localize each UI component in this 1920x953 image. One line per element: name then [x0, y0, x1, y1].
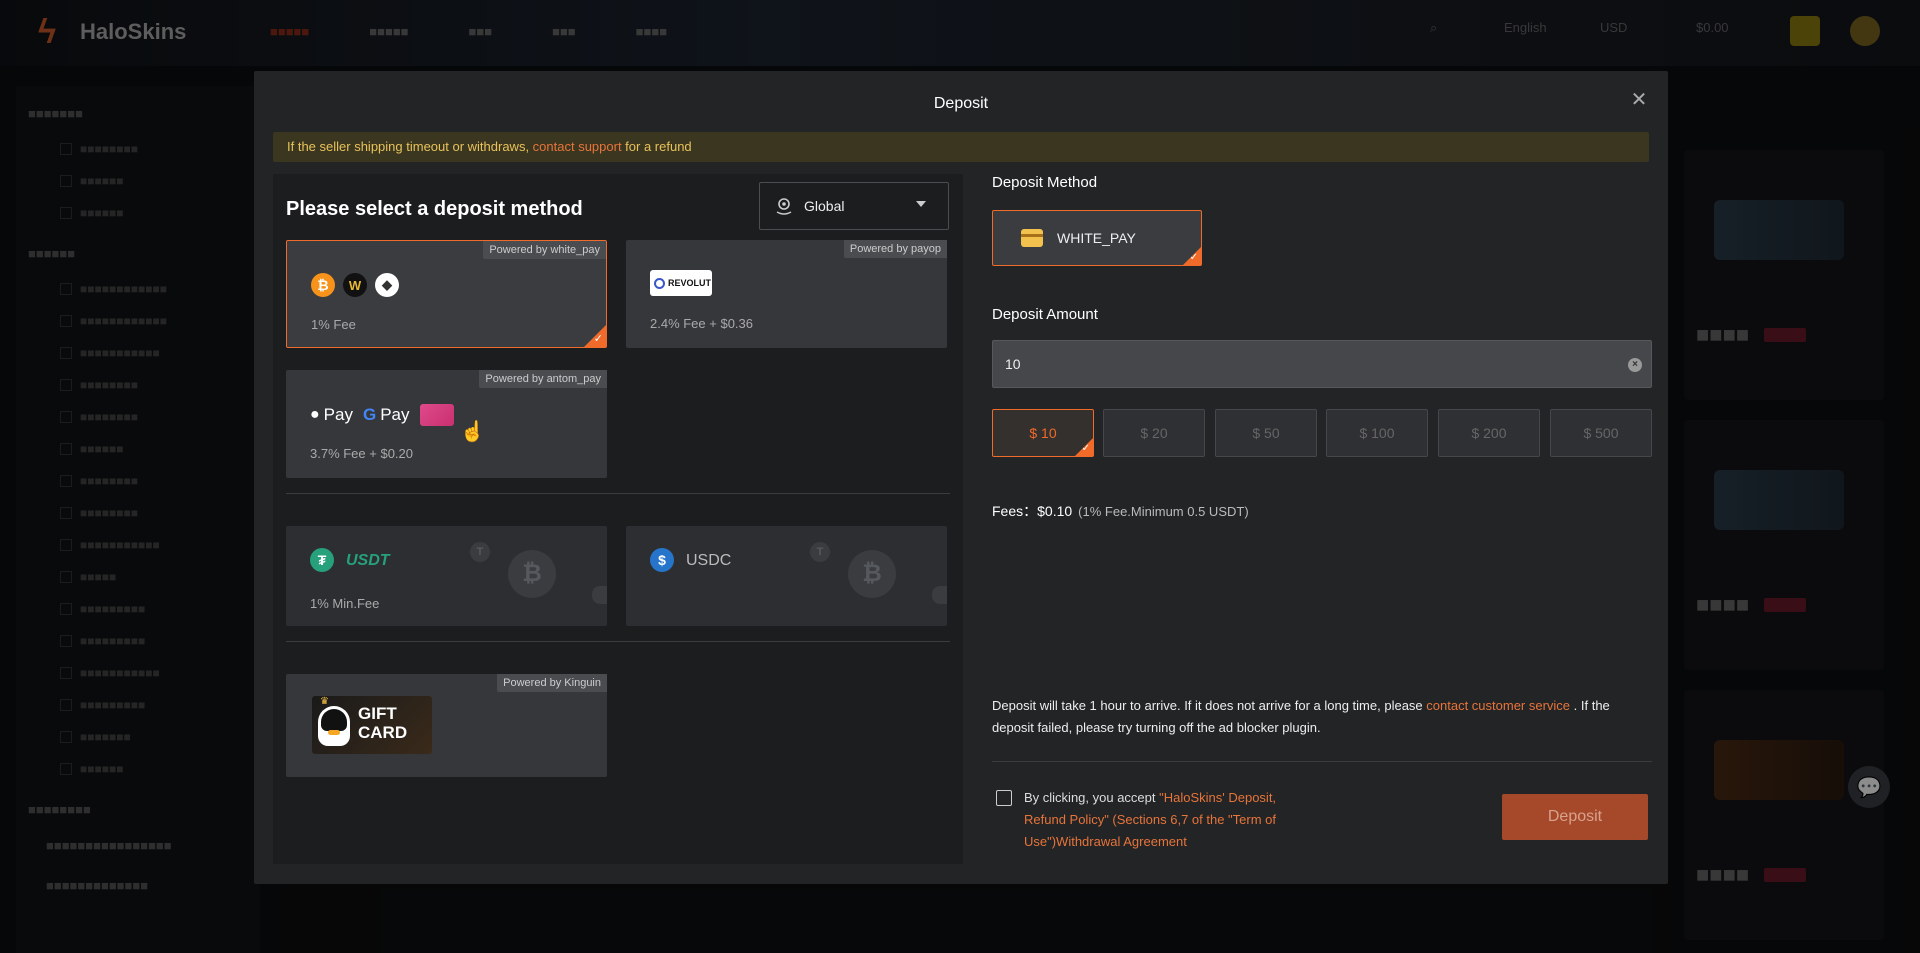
modal-title: Deposit [933, 95, 989, 112]
ethereum-icon: ◆ [375, 273, 399, 297]
method-card-revolut[interactable]: Powered by payop REVOLUT 2.4% Fee + $0.3… [626, 240, 947, 348]
method-fee: 2.4% Fee + $0.36 [650, 316, 753, 331]
google-pay-label: Pay [380, 405, 410, 424]
deposit-method-panel: Please select a deposit method Global Po… [273, 174, 963, 864]
fees-note: (1% Fee.Minimum 0.5 USDT) [1078, 504, 1249, 519]
selected-method[interactable]: WHITE_PAY ✓ [992, 210, 1202, 266]
method-card-usdc[interactable]: $ USDC T ₿ [626, 526, 947, 626]
amount-input[interactable] [992, 340, 1652, 388]
giftcard-label: GIFT CARD [358, 704, 407, 742]
region-value: Global [804, 198, 845, 214]
chevron-down-icon [916, 201, 926, 207]
method-fee: 1% Min.Fee [310, 596, 380, 611]
usdt-label: USDT [346, 552, 390, 569]
method-card-giftcard[interactable]: Powered by Kinguin ♛ GIFT CARD [286, 674, 607, 777]
location-icon [776, 198, 792, 215]
close-icon[interactable]: ✕ [1628, 89, 1650, 111]
coin-icon [592, 586, 607, 604]
info-text: Deposit will take 1 hour to arrive. If i… [992, 698, 1427, 713]
panel-heading: Please select a deposit method [286, 198, 583, 220]
notice-text: If the seller shipping timeout or withdr… [287, 139, 533, 154]
revolut-label: REVOLUT [668, 278, 712, 288]
wpay-icon: W [343, 273, 367, 297]
fees-label: Fees： [992, 503, 1038, 519]
selected-method-value: WHITE_PAY [1057, 230, 1136, 246]
check-icon: ✓ [1189, 252, 1198, 263]
revolut-logo: REVOLUT [650, 270, 712, 296]
deposit-form: Deposit Method WHITE_PAY ✓ Deposit Amoun… [982, 174, 1652, 864]
revolut-icon [654, 277, 665, 289]
powered-by: Powered by payop [843, 240, 947, 258]
hand-cursor-icon: ☝ [460, 419, 485, 443]
region-select[interactable]: Global [759, 182, 949, 230]
preset-label: $ 100 [1359, 425, 1395, 441]
deposit-button[interactable]: Deposit [1502, 794, 1648, 840]
credit-card-icon [419, 404, 454, 426]
deposit-method-label: Deposit Method [992, 174, 1098, 191]
deposit-info: Deposit will take 1 hour to arrive. If i… [992, 695, 1642, 739]
fees-line: Fees：$0.10 (1% Fee.Minimum 0.5 USDT) [992, 501, 1249, 521]
apple-pay-label: Pay [323, 405, 353, 424]
bitcoin-icon: ₿ [508, 550, 556, 598]
giftcard-logo: ♛ GIFT CARD [312, 696, 432, 754]
refund-notice: If the seller shipping timeout or withdr… [273, 132, 1649, 162]
method-card-usdt[interactable]: ₮ USDT T ₿ 1% Min.Fee [286, 526, 607, 626]
method-fee: 1% Fee [311, 317, 356, 332]
card-text: CARD [358, 723, 408, 742]
check-icon: ✓ [1081, 443, 1090, 454]
usdc-label: USDC [686, 552, 732, 569]
amount-preset-50[interactable]: $ 50 [1215, 409, 1317, 457]
gift-text: GIFT [358, 704, 397, 723]
tron-icon: T [810, 542, 830, 562]
bitcoin-icon: ₿ [848, 550, 896, 598]
apple-icon: ● [310, 406, 320, 423]
agree-text: By clicking, you accept "HaloSkins' Depo… [1024, 787, 1294, 853]
section-divider [286, 641, 950, 642]
wallet-card-icon [1021, 229, 1043, 247]
method-card-antom-pay[interactable]: Powered by antom_pay ● Pay G Pay 3.7% Fee … [286, 370, 607, 478]
google-icon: G [362, 405, 377, 424]
powered-by: Powered by Kinguin [497, 674, 607, 692]
bitcoin-icon: ₿ [311, 273, 335, 297]
agree-checkbox[interactable] [996, 790, 1012, 806]
notice-text-end: for a refund [621, 139, 692, 154]
penguin-icon [318, 706, 350, 746]
method-fee: 3.7% Fee + $0.20 [310, 446, 413, 461]
usdc-icon: $ [650, 548, 674, 572]
wallet-logos: ● Pay G Pay [310, 404, 454, 426]
coin-icon [932, 586, 947, 604]
clear-icon[interactable]: × [1628, 358, 1642, 372]
crown-icon: ♛ [320, 696, 329, 707]
agree-label: By clicking, you accept [1024, 790, 1160, 805]
deposit-modal: Deposit ✕ If the seller shipping timeout… [254, 71, 1668, 884]
fees-value: $0.10 [1037, 503, 1073, 519]
section-divider [286, 493, 950, 494]
preset-label: $ 10 [1029, 425, 1057, 441]
preset-label: $ 20 [1140, 425, 1168, 441]
contact-support-link[interactable]: contact support [533, 139, 622, 154]
amount-preset-20[interactable]: $ 20 [1103, 409, 1205, 457]
contact-customer-service-link[interactable]: contact customer service [1426, 698, 1570, 713]
tron-icon: T [470, 542, 490, 562]
method-card-white-pay[interactable]: Powered by white_pay ₿ W ◆ 1% Fee ✓ [286, 240, 607, 348]
powered-by: Powered by white_pay [483, 241, 606, 259]
amount-preset-10[interactable]: $ 10 ✓ [992, 409, 1094, 457]
deposit-amount-label: Deposit Amount [992, 306, 1098, 323]
amount-preset-500[interactable]: $ 500 [1550, 409, 1652, 457]
tether-icon: ₮ [310, 548, 334, 572]
preset-label: $ 200 [1471, 425, 1507, 441]
preset-label: $ 500 [1583, 425, 1619, 441]
amount-preset-200[interactable]: $ 200 [1438, 409, 1540, 457]
powered-by: Powered by antom_pay [479, 370, 607, 388]
check-icon: ✓ [593, 333, 603, 345]
amount-preset-100[interactable]: $ 100 [1326, 409, 1428, 457]
section-divider [992, 761, 1652, 762]
preset-label: $ 50 [1252, 425, 1280, 441]
